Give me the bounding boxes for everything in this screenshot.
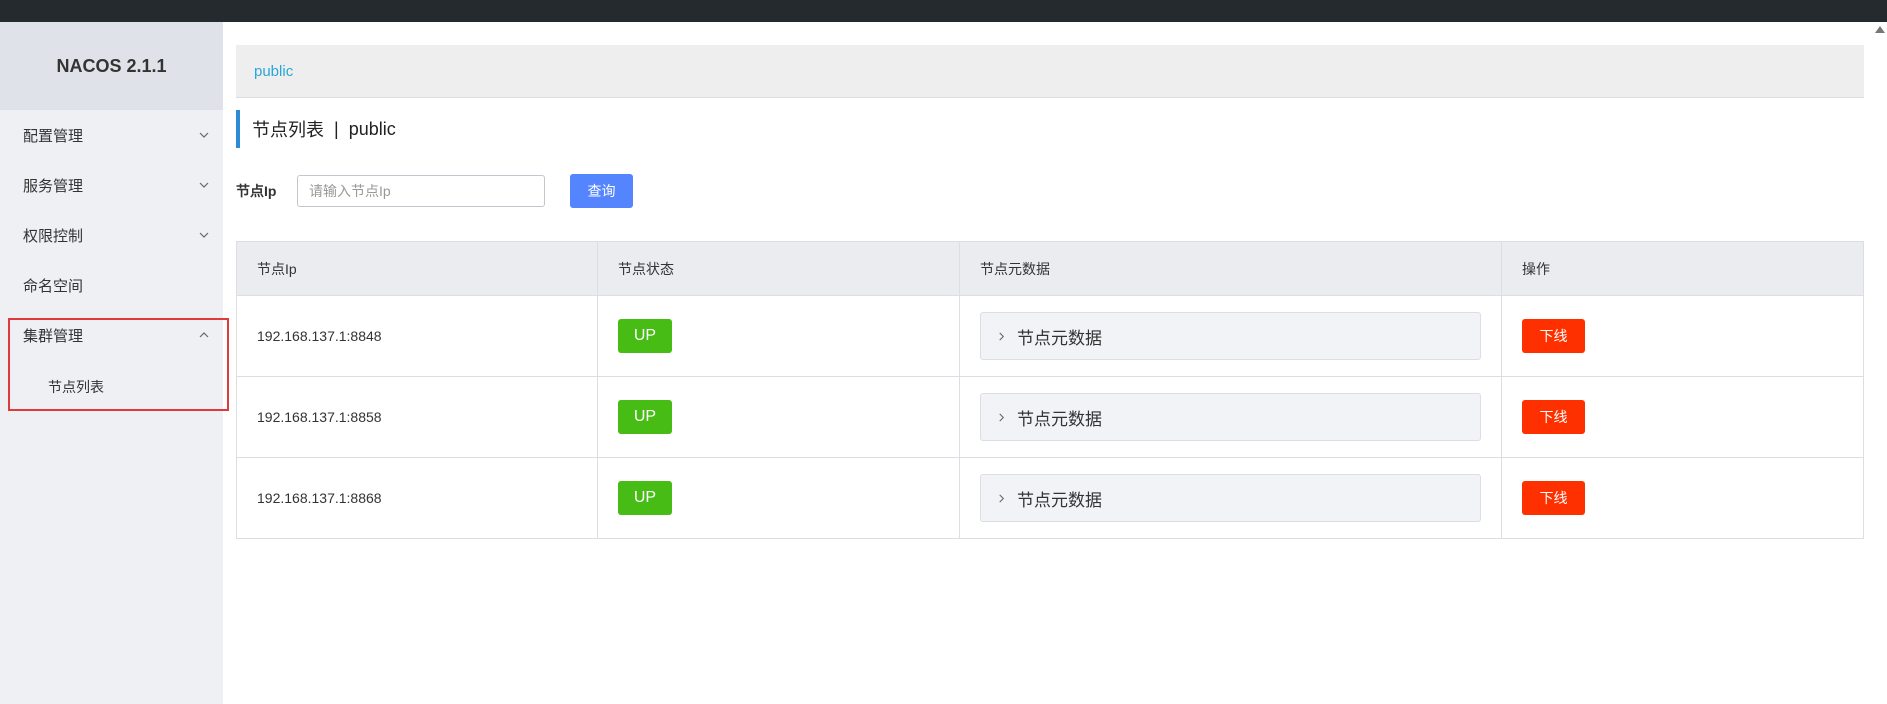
column-header-actions: 操作 (1522, 260, 1550, 277)
chevron-right-icon (997, 412, 1007, 422)
namespace-bar: public (236, 45, 1864, 98)
sidebar-item-access-control[interactable]: 权限控制 (0, 210, 223, 260)
column-header-node-ip: 节点Ip (237, 242, 598, 295)
sidebar: NACOS 2.1.1 配置管理 服务管理 权限控制 命名空间 集群管理 节点列… (0, 22, 223, 704)
main-content: public 节点列表 | public 节点Ip 查询 节点Ip 节点状态 节… (236, 22, 1864, 539)
sidebar-item-label: 权限控制 (23, 227, 84, 245)
node-ip-cell: 192.168.137.1:8858 (237, 377, 598, 457)
node-metadata-cell: 节点元数据 (960, 296, 1502, 376)
status-badge: UP (618, 319, 672, 353)
browser-top-bar (0, 0, 1887, 22)
status-badge: UP (618, 481, 672, 515)
node-metadata-cell: 节点元数据 (960, 377, 1502, 457)
chevron-right-icon (997, 331, 1007, 341)
app-title: NACOS 2.1.1 (0, 22, 223, 110)
sidebar-item-config-management[interactable]: 配置管理 (0, 110, 223, 160)
table-row: 192.168.137.1:8858 UP 节点元数据 下线 (237, 377, 1863, 458)
chevron-down-icon (197, 128, 211, 142)
sidebar-item-label: 服务管理 (23, 177, 84, 195)
sidebar-item-service-management[interactable]: 服务管理 (0, 160, 223, 210)
sidebar-subitem-label: 节点列表 (48, 379, 104, 395)
table-row: 192.168.137.1:8868 UP 节点元数据 下线 (237, 458, 1863, 538)
chevron-right-icon (997, 493, 1007, 503)
actions-cell: 下线 (1502, 458, 1863, 538)
chevron-up-icon (197, 328, 211, 342)
page-title: 节点列表 | public (236, 110, 1864, 148)
node-ip-input[interactable] (297, 175, 545, 207)
sidebar-subitem-node-list[interactable]: 节点列表 (0, 360, 223, 414)
offline-button[interactable]: 下线 (1522, 481, 1585, 515)
page-title-text: 节点列表 (252, 120, 324, 140)
scroll-up-arrow-icon[interactable] (1875, 26, 1885, 33)
chevron-down-icon (197, 228, 211, 242)
node-table: 节点Ip 节点状态 节点元数据 操作 192.168.137.1:8848 UP… (236, 241, 1864, 539)
sidebar-item-label: 集群管理 (23, 327, 84, 345)
actions-cell: 下线 (1502, 296, 1863, 376)
node-ip-cell: 192.168.137.1:8848 (237, 296, 598, 376)
node-ip-cell: 192.168.137.1:8868 (237, 458, 598, 538)
chevron-down-icon (197, 178, 211, 192)
sidebar-item-label: 命名空间 (23, 277, 84, 295)
table-header: 节点Ip 节点状态 节点元数据 操作 (237, 242, 1863, 296)
table-row: 192.168.137.1:8848 UP 节点元数据 下线 (237, 296, 1863, 377)
namespace-link-public[interactable]: public (254, 63, 293, 80)
metadata-panel-label: 节点元数据 (1017, 490, 1102, 510)
page-title-separator: | (334, 118, 339, 139)
metadata-collapse-panel[interactable]: 节点元数据 (980, 393, 1481, 441)
column-header-node-metadata: 节点元数据 (960, 242, 1502, 295)
node-metadata-cell: 节点元数据 (960, 458, 1502, 538)
metadata-panel-label: 节点元数据 (1017, 328, 1102, 348)
node-ip-label: 节点Ip (236, 183, 277, 199)
sidebar-item-label: 配置管理 (23, 127, 84, 145)
offline-button[interactable]: 下线 (1522, 319, 1585, 353)
sidebar-item-cluster-management[interactable]: 集群管理 (0, 310, 223, 360)
page-scrollbar[interactable] (1872, 22, 1887, 704)
metadata-panel-label: 节点元数据 (1017, 409, 1102, 429)
node-status-cell: UP (598, 377, 960, 457)
node-status-cell: UP (598, 296, 960, 376)
sidebar-menu: 配置管理 服务管理 权限控制 命名空间 集群管理 节点列表 (0, 110, 223, 414)
actions-cell: 下线 (1502, 377, 1863, 457)
node-status-cell: UP (598, 458, 960, 538)
offline-button[interactable]: 下线 (1522, 400, 1585, 434)
page-title-namespace: public (348, 118, 396, 139)
metadata-collapse-panel[interactable]: 节点元数据 (980, 474, 1481, 522)
status-badge: UP (618, 400, 672, 434)
search-form: 节点Ip 查询 (236, 174, 1864, 208)
column-header-node-status: 节点状态 (598, 242, 960, 295)
query-button[interactable]: 查询 (570, 174, 633, 208)
metadata-collapse-panel[interactable]: 节点元数据 (980, 312, 1481, 360)
sidebar-item-namespace[interactable]: 命名空间 (0, 260, 223, 310)
